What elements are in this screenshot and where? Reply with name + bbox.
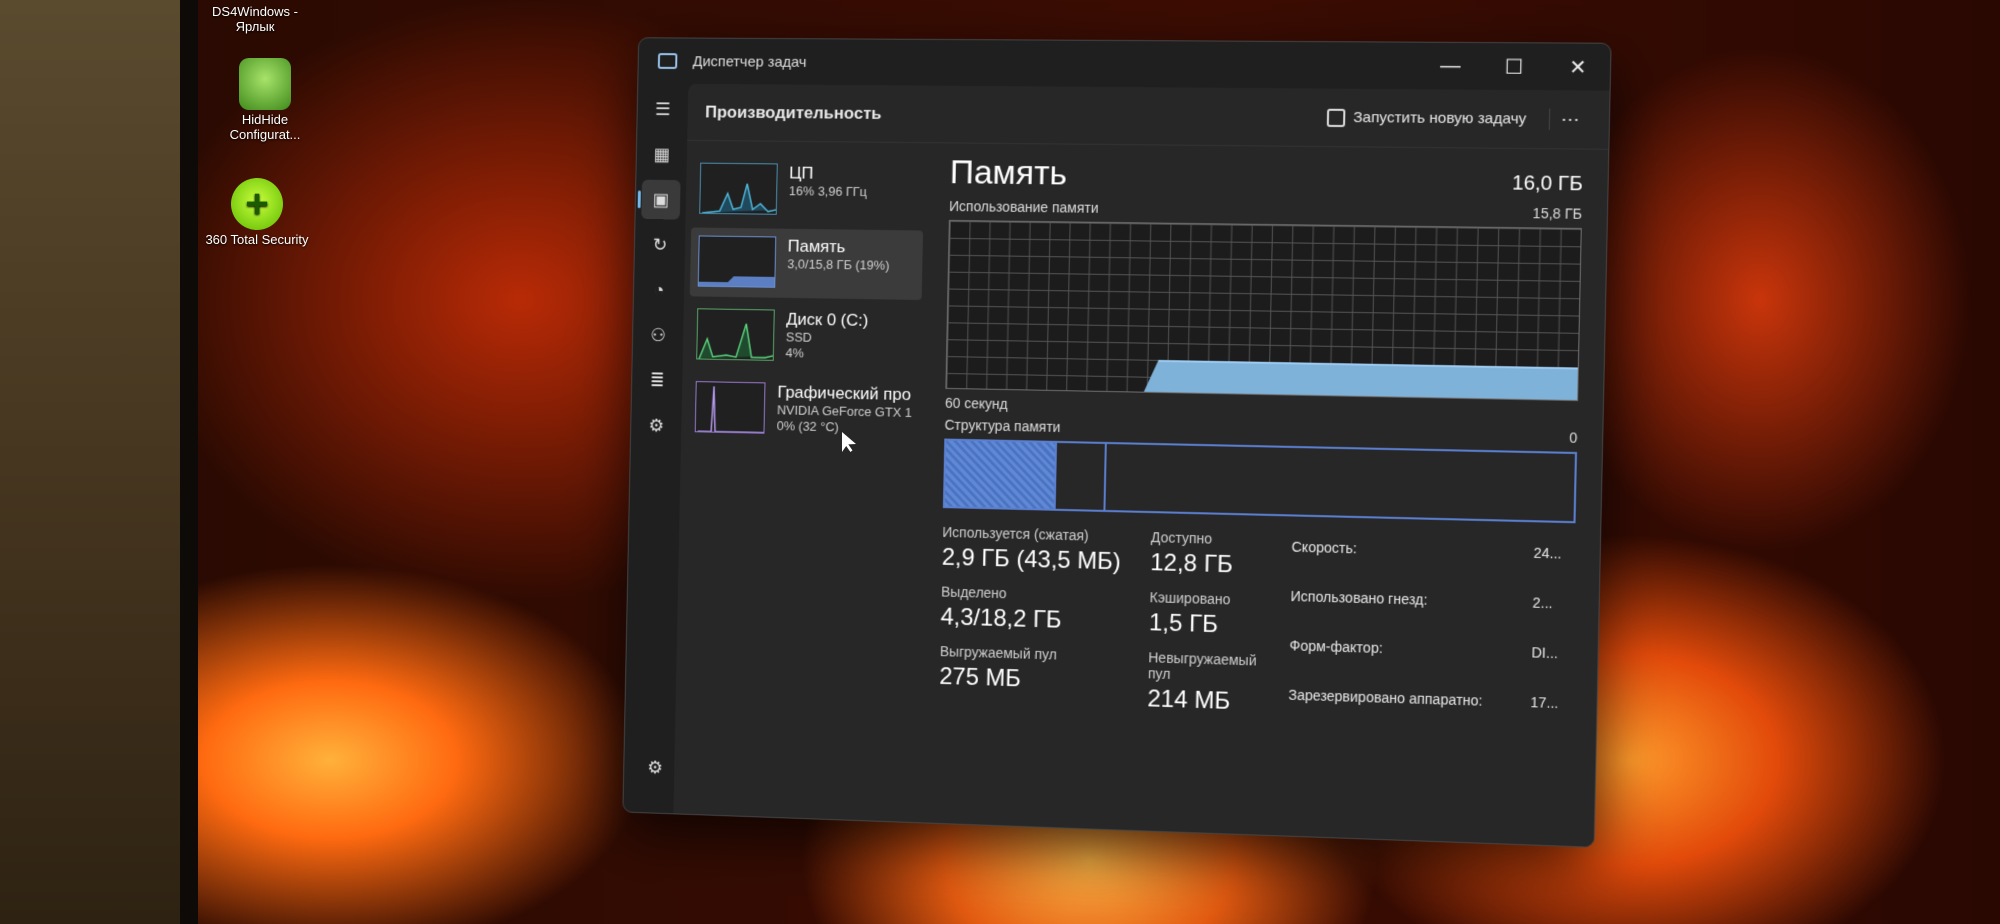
cached-value: 1,5 ГБ [1148,609,1219,639]
run-new-task-button[interactable]: Запустить новую задачу [1315,102,1539,134]
graph-min-label: 0 [1569,429,1578,446]
desktop-icon-hidhide[interactable]: HidHide Configurat... [210,58,320,142]
desktop-icon-label: 360 Total Security [205,232,309,247]
page-title: Производительность [704,102,882,123]
resource-name: Графический про [777,382,912,405]
committed-value: 4,3/18,2 ГБ [940,603,1062,634]
desktop-icon-360-total-security[interactable]: 360 Total Security [202,178,312,247]
services-icon[interactable]: ⚙ [637,405,676,445]
nonpaged-pool-value: 214 МБ [1147,685,1231,715]
detail-title: Память [949,153,1068,193]
form-factor-label: Форм-фактор: [1289,637,1383,657]
performance-icon[interactable]: ▣ [641,179,681,220]
form-factor-value: DI... [1531,644,1559,662]
in-use-label: Используется (сжатая) [942,523,1089,544]
task-manager-window: Диспетчер задач — ☐ ✕ ☰ ▦ ▣ ↻ ◔ ⚇ ≣ ⚙ ⚙ … [622,37,1612,848]
page-header: Производительность Запустить новую задач… [687,83,1610,150]
wall-background [0,0,180,924]
available-value: 12,8 ГБ [1150,549,1234,579]
desktop-icon-label: DS4Windows - Ярлык [212,4,298,34]
hamburger-menu-icon[interactable]: ☰ [643,89,682,129]
available-label: Доступно [1150,529,1213,547]
title-bar[interactable]: Диспетчер задач — ☐ ✕ [638,38,1610,90]
speed-label: Скорость: [1291,538,1358,557]
composition-in-use[interactable] [944,440,1058,509]
slots-used-label: Использовано гнезд: [1290,587,1428,608]
360-security-icon [231,178,283,230]
settings-gear-icon[interactable]: ⚙ [635,747,674,788]
resource-sub: 16% 3,96 ГГц [788,183,868,200]
run-task-icon [1326,108,1346,127]
app-history-icon[interactable]: ↻ [640,225,679,265]
resource-list: ЦП 16% 3,96 ГГц Память 3,0/15,8 ГБ (19%) [681,151,931,451]
resource-item-cpu[interactable]: ЦП 16% 3,96 ГГц [691,155,924,227]
in-use-value: 2,9 ГБ (43,5 МБ) [941,543,1122,576]
main-pane: Производительность Запустить новую задач… [673,83,1610,847]
details-icon[interactable]: ≣ [638,360,677,400]
composition-standby[interactable] [1105,444,1575,521]
cached-label: Кэшировано [1149,589,1231,608]
hardware-reserved-value: 17... [1530,693,1559,712]
usage-graph-max: 15,8 ГБ [1532,204,1583,222]
memory-detail-panel: Память 16,0 ГБ Использование памяти 15,8… [936,153,1583,845]
disk-thumbnail-graph [696,308,775,361]
committed-label: Выделено [940,583,1007,602]
hidhide-icon [239,58,291,110]
memory-usage-graph [945,219,1582,402]
resource-sub: 3,0/15,8 ГБ (19%) [787,256,890,273]
memory-properties: Скорость: 24... Использовано гнезд: 2...… [1288,539,1575,739]
composition-modified[interactable] [1055,442,1107,510]
desktop-icon-label: HidHide Configurat... [229,112,301,142]
slots-used-value: 2... [1532,594,1553,612]
task-manager-icon [657,53,678,69]
memory-usage-fill [1157,359,1578,401]
users-icon[interactable]: ⚇ [638,315,677,355]
resource-name: Память [787,236,846,257]
close-button[interactable]: ✕ [1545,43,1610,90]
memory-total: 16,0 ГБ [1511,172,1583,196]
paged-pool-value: 275 МБ [939,663,1022,693]
minimize-button[interactable]: — [1418,43,1482,90]
composition-label: Структура памяти [944,416,1061,436]
speed-value: 24... [1533,544,1562,562]
gpu-thumbnail-graph [694,381,766,434]
monitor-bezel [180,0,198,924]
graph-span-label: 60 секунд [944,394,1008,412]
nonpaged-pool-label: Невыгружаемый пул [1147,649,1257,682]
processes-icon[interactable]: ▦ [642,135,681,175]
resource-sub: SSD [785,329,813,345]
desktop-icon-ds4windows[interactable]: DS4Windows - Ярлык [200,4,310,34]
startup-apps-icon[interactable]: ◔ [639,270,678,310]
resource-name: ЦП [789,163,814,183]
more-options-button[interactable]: ⋯ [1548,108,1591,131]
memory-composition-bar[interactable] [942,438,1578,524]
resource-item-disk[interactable]: Диск 0 (C:) SSD 4% [688,300,921,373]
resource-item-memory[interactable]: Память 3,0/15,8 ГБ (19%) [689,227,924,301]
resource-item-gpu[interactable]: Графический про NVIDIA GeForce GTX 165 0… [687,373,920,447]
paged-pool-label: Выгружаемый пул [939,643,1057,663]
window-title: Диспетчер задач [692,52,807,71]
maximize-button[interactable]: ☐ [1482,43,1547,90]
hardware-reserved-label: Зарезервировано аппаратно: [1288,686,1483,709]
usage-graph-label: Использование памяти [948,198,1099,216]
cpu-thumbnail-graph [699,162,778,215]
resource-sub: 4% [785,345,804,361]
run-new-task-label: Запустить новую задачу [1353,108,1527,128]
resource-name: Диск 0 (C:) [786,309,869,330]
memory-thumbnail-graph [697,235,777,288]
